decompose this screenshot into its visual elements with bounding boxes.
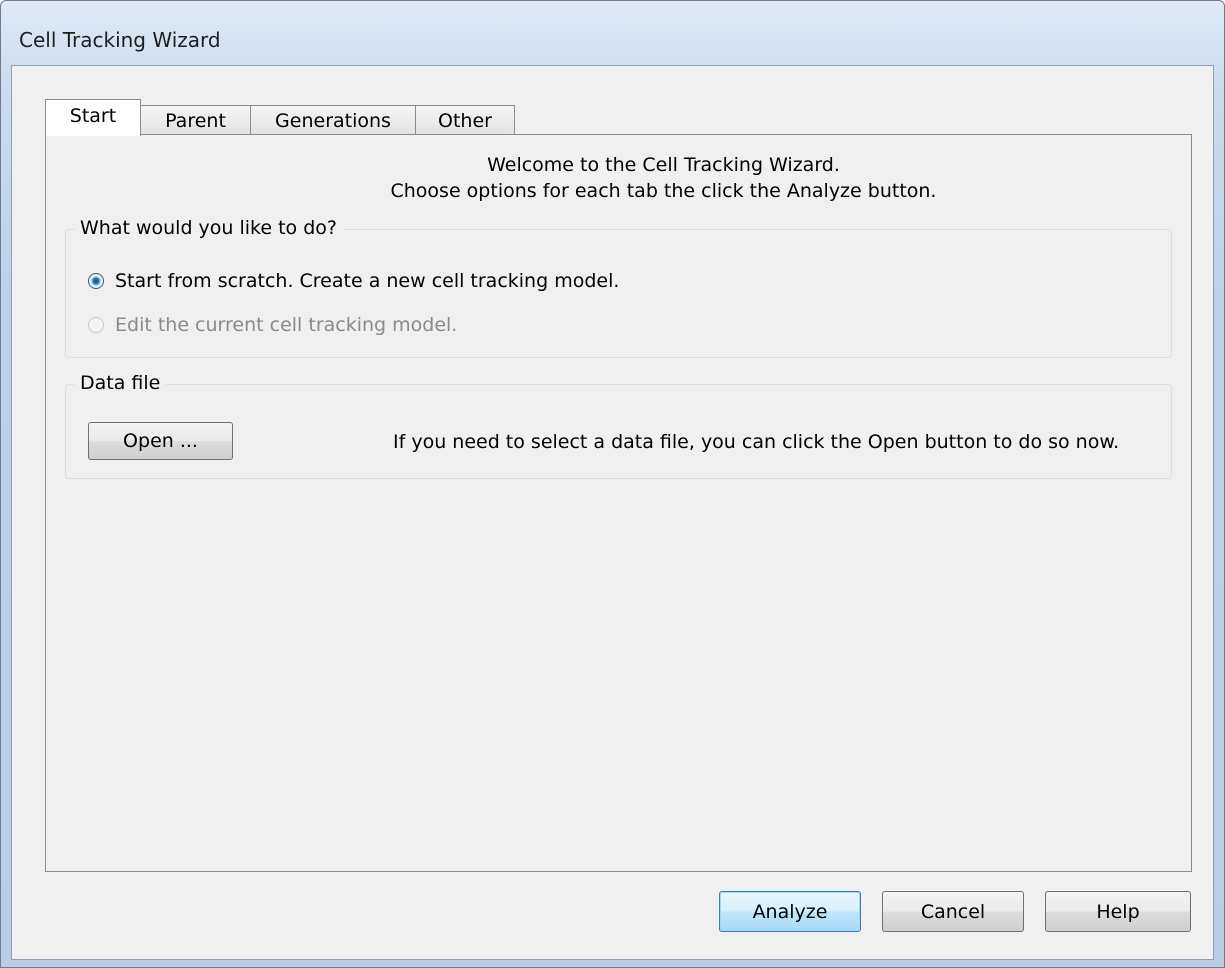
data-file-group-title: Data file bbox=[74, 370, 167, 396]
open-button[interactable]: Open ... bbox=[88, 422, 233, 460]
action-group: What would you like to do? Start from sc… bbox=[65, 215, 1172, 358]
data-file-group: Data file Open ... If you need to select… bbox=[65, 370, 1172, 479]
help-button[interactable]: Help bbox=[1045, 891, 1191, 932]
action-group-title: What would you like to do? bbox=[74, 215, 343, 241]
welcome-text: Welcome to the Cell Tracking Wizard. Cho… bbox=[46, 152, 1191, 204]
radio-start-from-scratch-label[interactable]: Start from scratch. Create a new cell tr… bbox=[115, 268, 619, 294]
analyze-button[interactable]: Analyze bbox=[719, 891, 861, 932]
welcome-line-2: Choose options for each tab the click th… bbox=[390, 180, 937, 202]
dialog-client-area: Start Parent Generations Other Welcome t… bbox=[11, 65, 1214, 960]
tab-parent[interactable]: Parent bbox=[140, 105, 251, 135]
tab-start[interactable]: Start bbox=[45, 99, 141, 136]
wizard-window: Cell Tracking Wizard Start Parent Genera… bbox=[0, 0, 1225, 968]
cancel-button[interactable]: Cancel bbox=[882, 891, 1024, 932]
window-title: Cell Tracking Wizard bbox=[19, 28, 221, 52]
radio-checked-icon[interactable] bbox=[88, 273, 104, 289]
tab-panel-start: Welcome to the Cell Tracking Wizard. Cho… bbox=[45, 134, 1192, 872]
title-bar[interactable]: Cell Tracking Wizard bbox=[1, 1, 1224, 65]
welcome-line-1: Welcome to the Cell Tracking Wizard. bbox=[487, 154, 840, 176]
tab-other[interactable]: Other bbox=[415, 105, 515, 135]
open-hint-text: If you need to select a data file, you c… bbox=[393, 431, 1120, 453]
radio-edit-current-model-label: Edit the current cell tracking model. bbox=[115, 314, 458, 336]
tab-generations[interactable]: Generations bbox=[250, 105, 416, 135]
radio-unchecked-disabled-icon bbox=[88, 317, 104, 333]
